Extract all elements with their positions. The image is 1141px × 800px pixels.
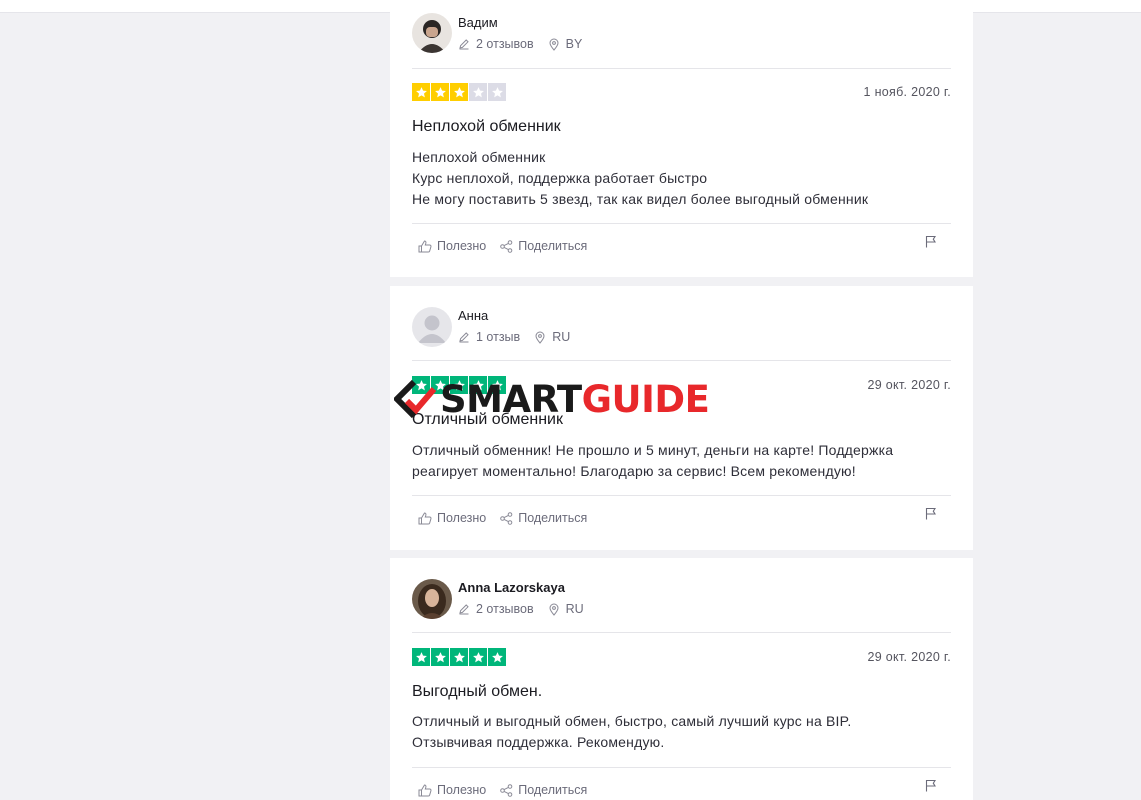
star-rating — [412, 83, 507, 101]
reviewer-name[interactable]: Анна — [458, 308, 488, 323]
useful-button[interactable]: Полезно — [418, 511, 486, 525]
review-text-line: Отличный обменник! Не прошло и 5 минут, … — [412, 442, 894, 458]
star-icon — [450, 83, 468, 101]
share-button[interactable]: Поделиться — [500, 783, 587, 797]
star-rating — [412, 648, 507, 666]
smartguide-watermark: SMART GUIDE — [394, 378, 710, 422]
reviews-count: 1 отзыв — [476, 330, 521, 344]
share-button[interactable]: Поделиться — [500, 511, 587, 525]
reviews-count: 2 отзывов — [476, 37, 534, 51]
pencil-icon — [459, 39, 469, 50]
divider — [412, 223, 951, 224]
star-icon — [412, 83, 430, 101]
watermark-smart: SMART — [440, 378, 582, 421]
avatar[interactable] — [412, 307, 452, 347]
star-icon — [488, 648, 506, 666]
avatar[interactable] — [412, 579, 452, 619]
share-label: Поделиться — [518, 511, 588, 525]
country: RU — [565, 602, 584, 616]
useful-label: Полезно — [437, 511, 487, 525]
divider — [412, 632, 951, 633]
star-icon — [431, 648, 449, 666]
useful-label: Полезно — [437, 239, 487, 253]
useful-button[interactable]: Полезно — [418, 783, 486, 797]
divider — [412, 495, 951, 496]
location-pin-icon — [535, 331, 545, 344]
divider — [412, 360, 951, 361]
star-icon — [412, 648, 430, 666]
useful-button[interactable]: Полезно — [418, 239, 486, 253]
star-icon — [469, 83, 487, 101]
divider — [412, 68, 951, 69]
reviewer-meta: 1 отзыв RU — [458, 330, 584, 344]
share-icon — [500, 239, 513, 253]
review-actions: Полезно Поделиться — [418, 239, 601, 253]
thumbs-up-icon — [418, 783, 432, 796]
star-icon — [488, 83, 506, 101]
reviews-count: 2 отзывов — [476, 602, 534, 616]
country: BY — [565, 37, 583, 51]
review-text-line: Отличный и выгодный обмен, быстро, самый… — [412, 713, 852, 729]
useful-label: Полезно — [437, 783, 487, 797]
review-card: Anna Lazorskaya 2 отзывов RU 29 окт. 202… — [390, 558, 973, 800]
avatar[interactable] — [412, 13, 452, 53]
location-pin-icon — [549, 38, 559, 51]
star-icon — [450, 648, 468, 666]
flag-icon[interactable] — [925, 235, 937, 248]
location-pin-icon — [549, 603, 559, 616]
reviewer-name[interactable]: Anna Lazorskaya — [458, 580, 565, 595]
thumbs-up-icon — [418, 239, 432, 252]
review-actions: Полезно Поделиться — [418, 783, 601, 797]
smartguide-logo-icon — [394, 379, 437, 419]
reviewer-name[interactable]: Вадим — [458, 15, 498, 30]
pencil-icon — [459, 604, 469, 615]
share-label: Поделиться — [518, 239, 588, 253]
share-icon — [500, 783, 513, 797]
reviewer-meta: 2 отзывов RU — [458, 602, 598, 616]
review-actions: Полезно Поделиться — [418, 511, 601, 525]
divider — [412, 767, 951, 768]
flag-icon[interactable] — [925, 779, 937, 792]
pencil-icon — [459, 332, 469, 343]
review-text-line: Отзывчивая поддержка. Рекомендую. — [412, 734, 665, 750]
review-text-line: Не могу поставить 5 звезд, так как видел… — [412, 191, 869, 207]
reviewer-meta: 2 отзывов BY — [458, 37, 596, 51]
review-title[interactable]: Неплохой обменник — [412, 118, 561, 136]
share-icon — [500, 511, 513, 525]
star-icon — [469, 648, 487, 666]
share-button[interactable]: Поделиться — [500, 239, 587, 253]
flag-icon[interactable] — [925, 507, 937, 520]
thumbs-up-icon — [418, 511, 432, 524]
review-text-line: реагирует моментально! Благодарю за серв… — [412, 463, 856, 479]
share-label: Поделиться — [518, 783, 588, 797]
review-date: 29 окт. 2020 г. — [867, 378, 951, 392]
review-date: 1 нояб. 2020 г. — [863, 85, 951, 99]
review-text-line: Неплохой обменник — [412, 149, 546, 165]
review-text-line: Курс неплохой, поддержка работает быстро — [412, 170, 708, 186]
review-card: Вадим 2 отзывов BY 1 нояб. 2020 г. Непло… — [390, 0, 973, 277]
star-icon — [431, 83, 449, 101]
watermark-guide: GUIDE — [581, 378, 710, 421]
country: RU — [552, 330, 571, 344]
review-date: 29 окт. 2020 г. — [867, 650, 951, 664]
review-title[interactable]: Выгодный обмен. — [412, 683, 542, 701]
